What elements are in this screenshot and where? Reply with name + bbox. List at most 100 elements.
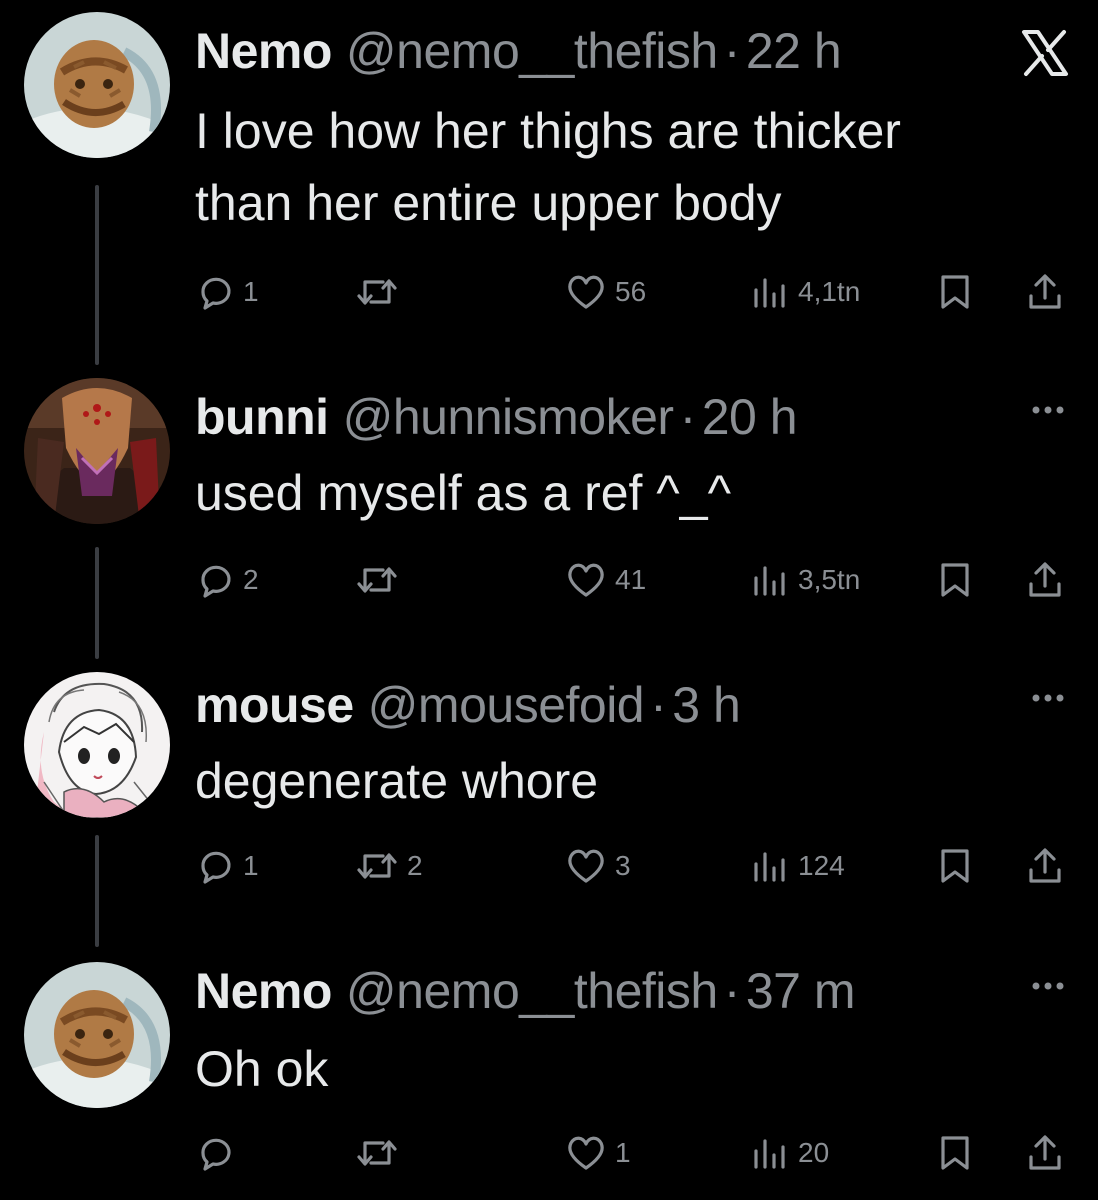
- views-button[interactable]: 3,5tn: [750, 560, 860, 600]
- timestamp[interactable]: 37 m: [746, 962, 856, 1020]
- tweet-text: Oh ok: [195, 1033, 1055, 1105]
- view-count: 3,5tn: [798, 564, 861, 595]
- like-button[interactable]: 41: [565, 560, 646, 600]
- reply-count: 2: [243, 564, 259, 595]
- tweet-text-line: degenerate whore: [195, 753, 599, 809]
- reply-button[interactable]: 2: [195, 560, 259, 600]
- retweet-icon: [357, 567, 397, 593]
- retweet-count: 2: [407, 850, 423, 881]
- like-count: 1: [615, 1137, 631, 1168]
- avatar[interactable]: [24, 378, 170, 524]
- share-button[interactable]: [1025, 560, 1065, 600]
- action-bar: 1 56 4,1tn: [195, 272, 1075, 312]
- more-icon[interactable]: [1028, 686, 1068, 710]
- reply-icon: [201, 277, 231, 310]
- thread-line: [95, 835, 99, 947]
- reply-button[interactable]: [195, 1133, 243, 1173]
- reply-button[interactable]: 1: [195, 272, 259, 312]
- separator-dot: ·: [723, 963, 741, 1019]
- more-icon[interactable]: [1028, 398, 1068, 422]
- like-button[interactable]: 3: [565, 846, 631, 886]
- views-icon: [754, 566, 785, 596]
- bookmark-icon: [941, 275, 969, 309]
- user-handle[interactable]: @hunnismoker: [343, 388, 675, 446]
- reply-icon: [201, 1138, 231, 1171]
- view-count: 4,1tn: [798, 276, 861, 307]
- avatar[interactable]: [24, 12, 170, 158]
- bookmark-icon: [941, 1136, 969, 1170]
- like-button[interactable]: 1: [565, 1133, 631, 1173]
- view-count: 124: [798, 850, 845, 881]
- share-button[interactable]: [1025, 272, 1065, 312]
- retweet-button[interactable]: [355, 1133, 407, 1173]
- views-icon: [754, 1139, 785, 1169]
- user-handle[interactable]: @nemo__thefish: [346, 962, 718, 1020]
- tweet-text: degenerate whore: [195, 745, 1055, 817]
- retweet-button[interactable]: 2: [355, 846, 423, 886]
- display-name[interactable]: Nemo: [195, 962, 332, 1020]
- tweet-text-line: used myself as a ref ^_^: [195, 465, 732, 521]
- timestamp[interactable]: 22 h: [746, 22, 842, 80]
- views-button[interactable]: 4,1tn: [750, 272, 860, 312]
- reply-count: 1: [243, 276, 259, 307]
- separator-dot: ·: [723, 23, 741, 79]
- tweet-text-line: than her entire upper body: [195, 175, 782, 231]
- heart-icon: [568, 275, 604, 309]
- separator-dot: ·: [679, 389, 697, 445]
- tweet-header: bunni @hunnismoker · 20 h: [195, 388, 798, 458]
- separator-dot: ·: [650, 677, 667, 733]
- action-bar: 1 20: [195, 1133, 1075, 1173]
- action-bar: 2 41 3,5tn: [195, 560, 1075, 600]
- bookmark-icon: [941, 849, 969, 883]
- views-icon: [754, 278, 785, 308]
- display-name[interactable]: mouse: [195, 676, 354, 734]
- tweet-header: Nemo @nemo__thefish · 22 h: [195, 22, 842, 92]
- reply-icon: [201, 565, 231, 598]
- retweet-icon: [357, 853, 397, 879]
- like-count: 3: [615, 850, 631, 881]
- views-icon: [754, 852, 785, 882]
- helmet-character-avatar: [24, 378, 170, 524]
- share-button[interactable]: [1025, 1133, 1065, 1173]
- rock-character-avatar: [24, 962, 170, 1108]
- tweet-text: used myself as a ref ^_^: [195, 457, 1055, 529]
- bookmark-button[interactable]: [935, 272, 975, 312]
- user-handle[interactable]: @mousefoid: [368, 676, 645, 734]
- retweet-icon: [357, 1140, 397, 1166]
- tweet-text-line: Oh ok: [195, 1041, 329, 1097]
- tweet-header: Nemo @nemo__thefish · 37 m: [195, 962, 856, 1032]
- bookmark-button[interactable]: [935, 1133, 975, 1173]
- retweet-icon: [357, 279, 397, 305]
- retweet-button[interactable]: [355, 272, 407, 312]
- timestamp[interactable]: 3 h: [672, 676, 741, 734]
- user-handle[interactable]: @nemo__thefish: [346, 22, 718, 80]
- tweet-text: I love how her thighs are thicker than h…: [195, 95, 1055, 239]
- timestamp[interactable]: 20 h: [702, 388, 798, 446]
- share-icon: [1029, 274, 1061, 309]
- x-logo-icon: [1020, 28, 1070, 78]
- bookmark-icon: [941, 563, 969, 597]
- share-icon: [1029, 562, 1061, 597]
- share-icon: [1029, 1135, 1061, 1170]
- tweet-header: mouse @mousefoid · 3 h: [195, 676, 741, 746]
- heart-icon: [568, 563, 604, 597]
- avatar[interactable]: [24, 672, 170, 818]
- heart-icon: [568, 849, 604, 883]
- views-button[interactable]: 20: [750, 1133, 829, 1173]
- tweet-text-line: I love how her thighs are thicker: [195, 103, 901, 159]
- display-name[interactable]: Nemo: [195, 22, 332, 80]
- thread-line: [95, 547, 99, 659]
- action-bar: 1 2 3 124: [195, 846, 1075, 886]
- thread-line: [95, 185, 99, 365]
- more-icon[interactable]: [1028, 974, 1068, 998]
- retweet-button[interactable]: [355, 560, 407, 600]
- avatar[interactable]: [24, 962, 170, 1108]
- bookmark-button[interactable]: [935, 560, 975, 600]
- bookmark-button[interactable]: [935, 846, 975, 886]
- views-button[interactable]: 124: [750, 846, 845, 886]
- share-button[interactable]: [1025, 846, 1065, 886]
- reply-button[interactable]: 1: [195, 846, 259, 886]
- display-name[interactable]: bunni: [195, 388, 329, 446]
- sketch-anime-avatar: [24, 672, 170, 818]
- like-button[interactable]: 56: [565, 272, 646, 312]
